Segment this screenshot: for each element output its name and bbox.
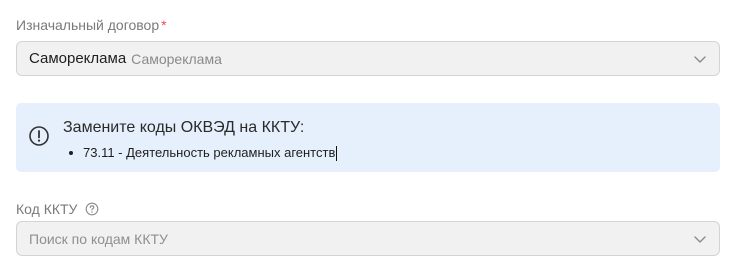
text-cursor: [336, 145, 338, 161]
kktu-label: Код ККТУ: [16, 200, 99, 218]
kktu-search-placeholder: Поиск по кодам ККТУ: [29, 230, 168, 247]
alert-title: Замените коды ОКВЭД на ККТУ:: [63, 119, 305, 136]
list-item: 73.11 - Деятельность рекламных агентств: [69, 144, 338, 162]
contract-label-text: Изначальный договор: [16, 17, 160, 33]
info-alert: Замените коды ОКВЭД на ККТУ: 73.11 - Дея…: [16, 103, 720, 172]
chevron-down-icon[interactable]: [693, 52, 707, 66]
required-asterisk: *: [161, 17, 167, 33]
contract-label: Изначальный договор *: [16, 16, 167, 34]
contract-value-main: Саморекламa: [29, 50, 127, 67]
kktu-label-text: Код ККТУ: [16, 201, 78, 217]
contract-select[interactable]: Саморекламa Саморекламa: [16, 41, 720, 76]
chevron-down-icon[interactable]: [693, 232, 707, 246]
bullet: [69, 151, 73, 155]
question-circle-icon[interactable]: [85, 202, 99, 216]
contract-value-sub: Саморекламa: [131, 50, 222, 67]
alert-item-text: 73.11 - Деятельность рекламных агентств: [83, 145, 336, 160]
kktu-select[interactable]: Поиск по кодам ККТУ: [16, 221, 720, 256]
alert-list: 73.11 - Деятельность рекламных агентств: [69, 144, 338, 162]
info-circle-icon: [29, 126, 49, 146]
